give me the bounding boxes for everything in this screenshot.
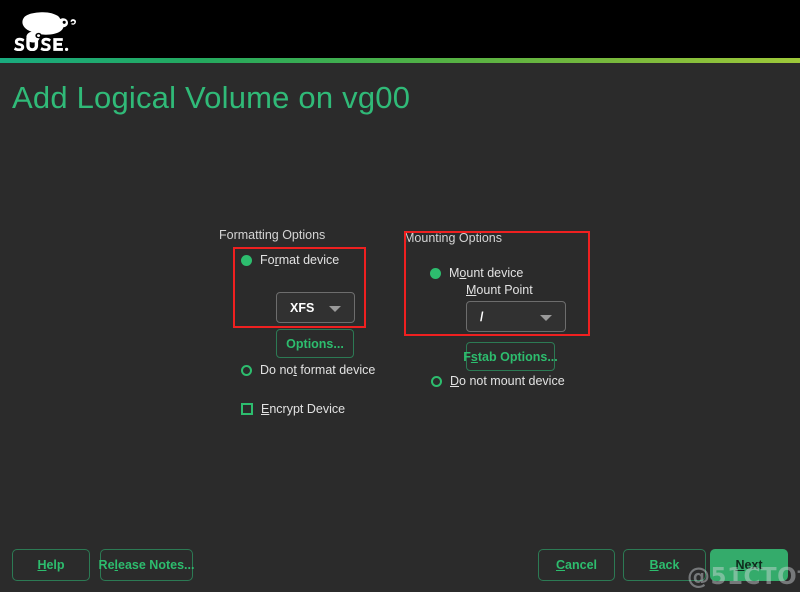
footer-button-bar: Help Re l ease Notes... Cancel Back Next [0,530,800,592]
header-accent-bar [0,58,800,63]
filesystem-value: XFS [290,300,315,315]
mounting-options-label: Mounting Options [404,231,502,245]
mount-point-select[interactable]: / [466,301,566,332]
radio-selected-icon [241,254,252,266]
app-header [0,0,800,58]
filesystem-select[interactable]: XFS [276,292,355,323]
formatting-options-group: Formatting Options [219,228,399,242]
do-not-format-device-label: Do not format device [260,363,376,377]
release-notes-button[interactable]: Re l ease Notes... [99,549,194,581]
format-device-radio[interactable]: Format device [241,253,339,267]
next-button[interactable]: Next [710,549,788,581]
encrypt-device-checkbox[interactable]: Encrypt Device [241,402,345,416]
fstab-options-button[interactable]: Fs tab Options... [463,342,558,371]
format-options-button[interactable]: Options... [276,329,354,358]
main-content: Formatting Options Format device Filesys… [0,140,800,530]
mount-device-radio[interactable]: Mount device [430,266,523,280]
help-button[interactable]: Help [12,549,90,581]
formatting-options-label: Formatting Options [219,228,326,242]
mount-point-label: Mount Point [466,283,533,297]
cancel-button[interactable]: Cancel [538,549,615,581]
format-device-label: Format device [260,253,340,267]
checkbox-unchecked-icon [241,403,253,415]
suse-logo [13,6,93,51]
mounting-options-group: Mounting Options [404,231,604,245]
page-title: Add Logical Volume on vg00 [12,80,411,115]
radio-unselected-icon [431,375,442,387]
encrypt-device-label: Encrypt Device [261,402,346,416]
radio-unselected-icon [241,364,252,376]
chevron-down-icon [329,305,341,312]
do-not-mount-device-radio[interactable]: Do not mount device [431,374,565,388]
radio-selected-icon [430,267,441,279]
chevron-down-icon [540,314,552,321]
mount-point-value: / [480,309,484,324]
do-not-format-device-radio[interactable]: Do not format device [241,363,375,377]
do-not-mount-device-label: Do not mount device [450,374,565,388]
mount-device-label: Mount device [449,266,524,280]
back-button[interactable]: Back [623,549,706,581]
